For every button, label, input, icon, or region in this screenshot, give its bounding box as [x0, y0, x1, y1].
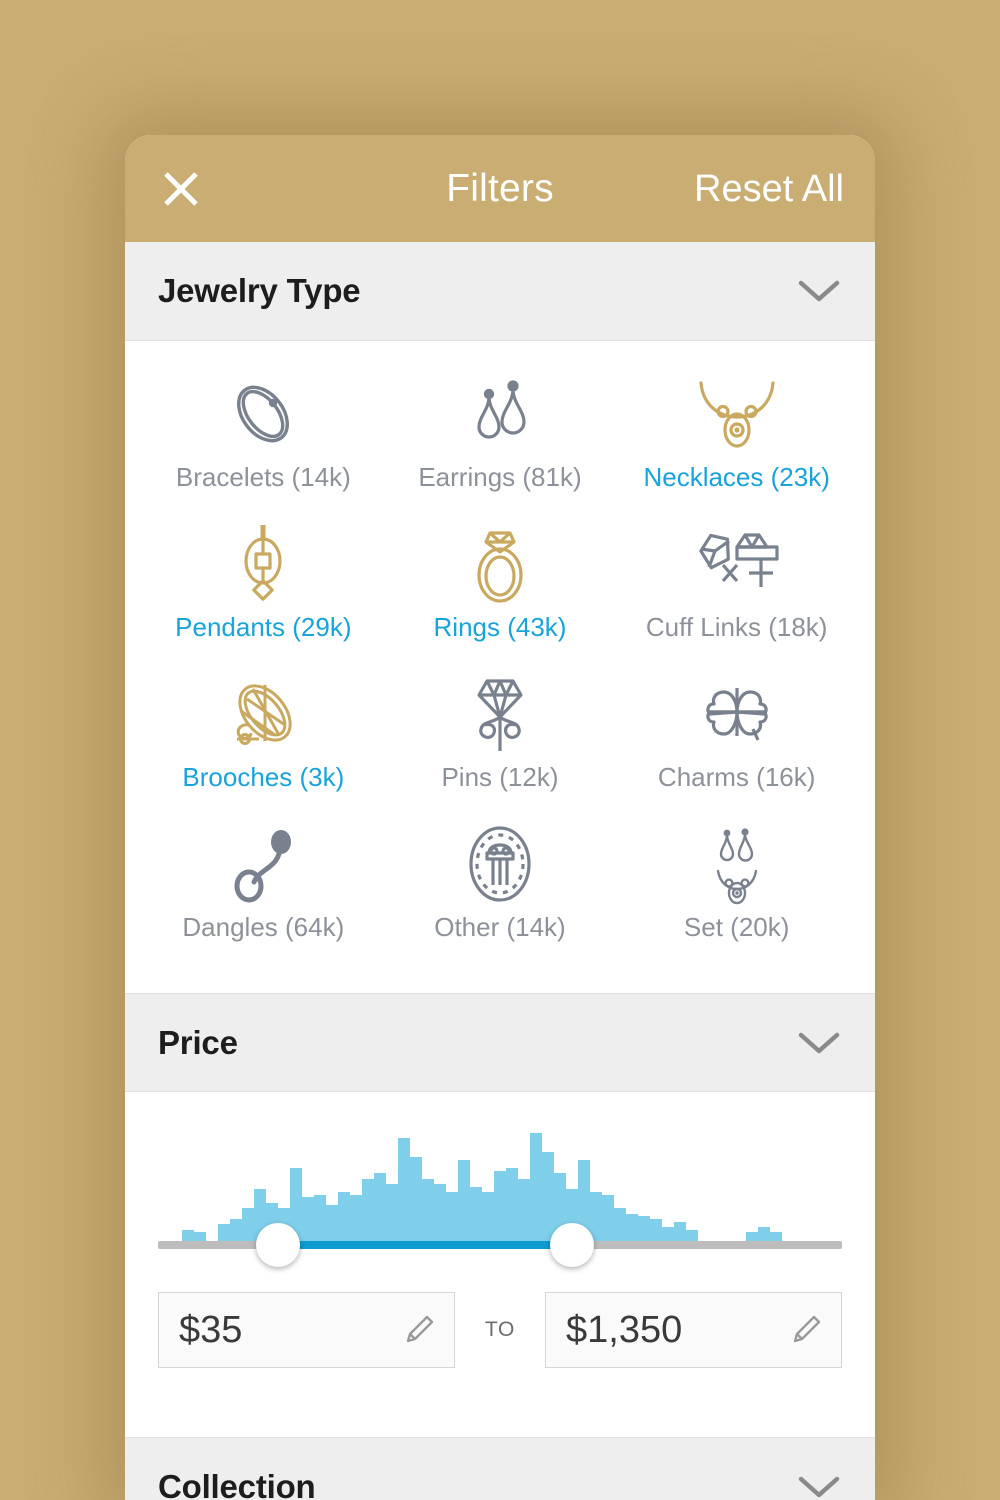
jewelry-tile-cuff-links[interactable]: Cuff Links (18k): [618, 513, 855, 663]
histogram-bar: [362, 1178, 374, 1243]
jewelry-tile-label: Charms (16k): [657, 762, 816, 792]
price-max-field[interactable]: $1,350: [545, 1292, 842, 1368]
section-title-jewelry-type: Jewelry Type: [158, 272, 361, 309]
histogram-bar: [230, 1218, 242, 1243]
jewelry-tile-necklaces[interactable]: Necklaces (23k): [618, 363, 855, 513]
histogram-bar: [638, 1216, 650, 1243]
histogram-bar: [602, 1194, 614, 1243]
histogram-bar: [542, 1151, 554, 1243]
histogram-bar: [494, 1170, 506, 1243]
histogram-bar: [614, 1208, 626, 1243]
bracelet-icon: [224, 369, 302, 459]
jewelry-tile-set[interactable]: Set (20k): [618, 813, 855, 963]
price-range-separator: TO: [485, 1318, 515, 1341]
chevron-down-icon[interactable]: [797, 1473, 841, 1500]
close-button[interactable]: [158, 166, 204, 212]
sheet-header: Filters Reset All: [125, 135, 875, 242]
price-histogram-slider[interactable]: [158, 1130, 842, 1267]
price-range-inputs: $35 TO $1,350: [158, 1292, 842, 1368]
histogram-bar: [410, 1157, 422, 1243]
section-title-price: Price: [158, 1023, 238, 1061]
price-slider-fill: [277, 1241, 572, 1249]
screen: Filters Reset All Jewelry Type Bracelets…: [0, 0, 1000, 1500]
reset-all-button[interactable]: Reset All: [694, 170, 844, 208]
histogram-bar: [446, 1192, 458, 1243]
price-max-value: $1,350: [566, 1309, 683, 1351]
pencil-icon[interactable]: [789, 1313, 823, 1347]
jewelry-tile-label: Dangles (64k): [182, 912, 345, 942]
jewelry-tile-pendants[interactable]: Pendants (29k): [145, 513, 382, 663]
histogram-bar: [626, 1213, 638, 1243]
section-header-collection[interactable]: Collection: [125, 1437, 875, 1500]
histogram-bar: [422, 1178, 434, 1243]
price-min-value: $35: [179, 1309, 243, 1351]
histogram-bar: [350, 1194, 362, 1243]
jewelry-tile-label: Cuff Links (18k): [645, 612, 828, 642]
jewelry-tile-label: Bracelets (14k): [175, 462, 351, 492]
dangle-icon: [224, 819, 302, 909]
charm-icon: [698, 669, 776, 759]
jewelry-tile-rings[interactable]: Rings (43k): [382, 513, 619, 663]
price-filter-body: $35 TO $1,350: [125, 1092, 875, 1437]
brooch-icon: [219, 669, 307, 759]
ring-icon: [461, 519, 539, 609]
jewelry-tile-label: Earrings (81k): [418, 462, 582, 492]
section-header-jewelry-type[interactable]: Jewelry Type: [125, 242, 875, 341]
histogram-bar: [482, 1192, 494, 1243]
earrings-icon: [461, 369, 539, 459]
page-title: Filters: [446, 167, 554, 210]
histogram-bar: [674, 1221, 686, 1243]
section-header-price[interactable]: Price: [125, 993, 875, 1092]
jewelry-tile-other[interactable]: Other (14k): [382, 813, 619, 963]
section-title-collection: Collection: [158, 1467, 316, 1500]
pendant-icon: [224, 519, 302, 609]
histogram-bar: [374, 1173, 386, 1243]
jewelry-tile-charms[interactable]: Charms (16k): [618, 663, 855, 813]
jewelry-tile-label: Necklaces (23k): [643, 462, 830, 492]
price-min-field[interactable]: $35: [158, 1292, 455, 1368]
cufflinks-icon: [689, 519, 785, 609]
jewelry-tile-label: Pins (12k): [441, 762, 559, 792]
other-icon: [461, 819, 539, 909]
jewelry-tile-label: Brooches (3k): [182, 762, 345, 792]
jewelry-tile-pins[interactable]: Pins (12k): [382, 663, 619, 813]
set-icon: [698, 819, 776, 909]
histogram-bar: [650, 1218, 662, 1243]
histogram-bar: [398, 1138, 410, 1243]
histogram-bar: [338, 1192, 350, 1243]
jewelry-tile-bracelets[interactable]: Bracelets (14k): [145, 363, 382, 513]
jewelry-tile-dangles[interactable]: Dangles (64k): [145, 813, 382, 963]
necklace-icon: [693, 369, 781, 459]
histogram-bar: [506, 1167, 518, 1243]
histogram-bar: [470, 1186, 482, 1243]
jewelry-tile-label: Pendants (29k): [175, 612, 352, 642]
histogram-bar: [302, 1197, 314, 1243]
chevron-down-icon[interactable]: [797, 1029, 841, 1057]
histogram-bar: [458, 1159, 470, 1243]
price-histogram: [158, 1133, 842, 1243]
histogram-bar: [386, 1183, 398, 1243]
histogram-bar: [434, 1183, 446, 1243]
jewelry-type-grid: Bracelets (14k) Earrings (81k) Necklaces…: [125, 341, 875, 993]
jewelry-tile-label: Set (20k): [683, 912, 790, 942]
histogram-bar: [326, 1205, 338, 1243]
jewelry-tile-label: Rings (43k): [433, 612, 567, 642]
filters-sheet: Filters Reset All Jewelry Type Bracelets…: [125, 135, 875, 1500]
price-slider-handle-max[interactable]: [549, 1223, 594, 1267]
jewelry-tile-brooches[interactable]: Brooches (3k): [145, 663, 382, 813]
pin-icon: [461, 669, 539, 759]
price-slider-handle-min[interactable]: [255, 1223, 300, 1267]
histogram-bar: [314, 1194, 326, 1243]
histogram-bar: [530, 1133, 542, 1243]
histogram-bar: [242, 1208, 254, 1243]
jewelry-tile-label: Other (14k): [434, 912, 566, 942]
histogram-bar: [518, 1178, 530, 1243]
jewelry-tile-earrings[interactable]: Earrings (81k): [382, 363, 619, 513]
chevron-down-icon[interactable]: [797, 277, 841, 305]
pencil-icon[interactable]: [402, 1313, 436, 1347]
close-icon: [160, 168, 202, 210]
